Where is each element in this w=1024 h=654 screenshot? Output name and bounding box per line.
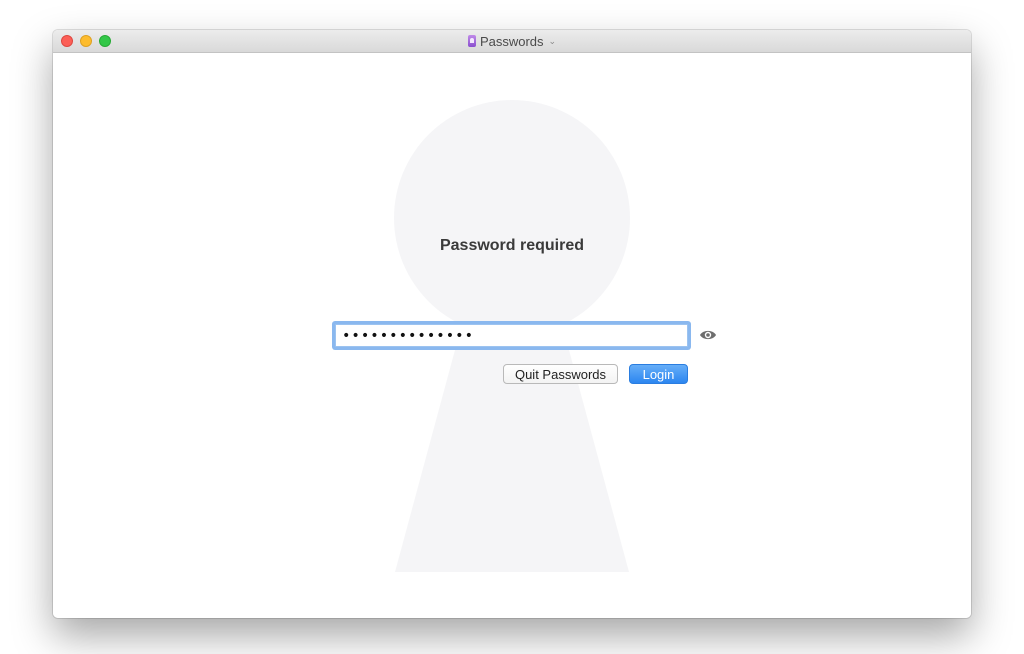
title-bar[interactable]: Passwords ⌄ bbox=[53, 30, 971, 53]
login-view: Password required Quit Passwords Login bbox=[53, 53, 971, 618]
window-title-group[interactable]: Passwords ⌄ bbox=[53, 30, 971, 52]
window-title: Passwords bbox=[479, 33, 544, 49]
chevron-down-icon: ⌄ bbox=[548, 35, 557, 46]
app-window: Passwords ⌄ Password required Quit Passw… bbox=[53, 30, 971, 618]
login-button[interactable]: Login bbox=[629, 364, 688, 384]
quit-button[interactable]: Quit Passwords bbox=[503, 364, 618, 384]
password-field[interactable] bbox=[335, 324, 688, 347]
page-title: Password required bbox=[439, 237, 585, 254]
eye-icon[interactable] bbox=[699, 328, 717, 342]
passwords-app-icon bbox=[467, 35, 476, 47]
